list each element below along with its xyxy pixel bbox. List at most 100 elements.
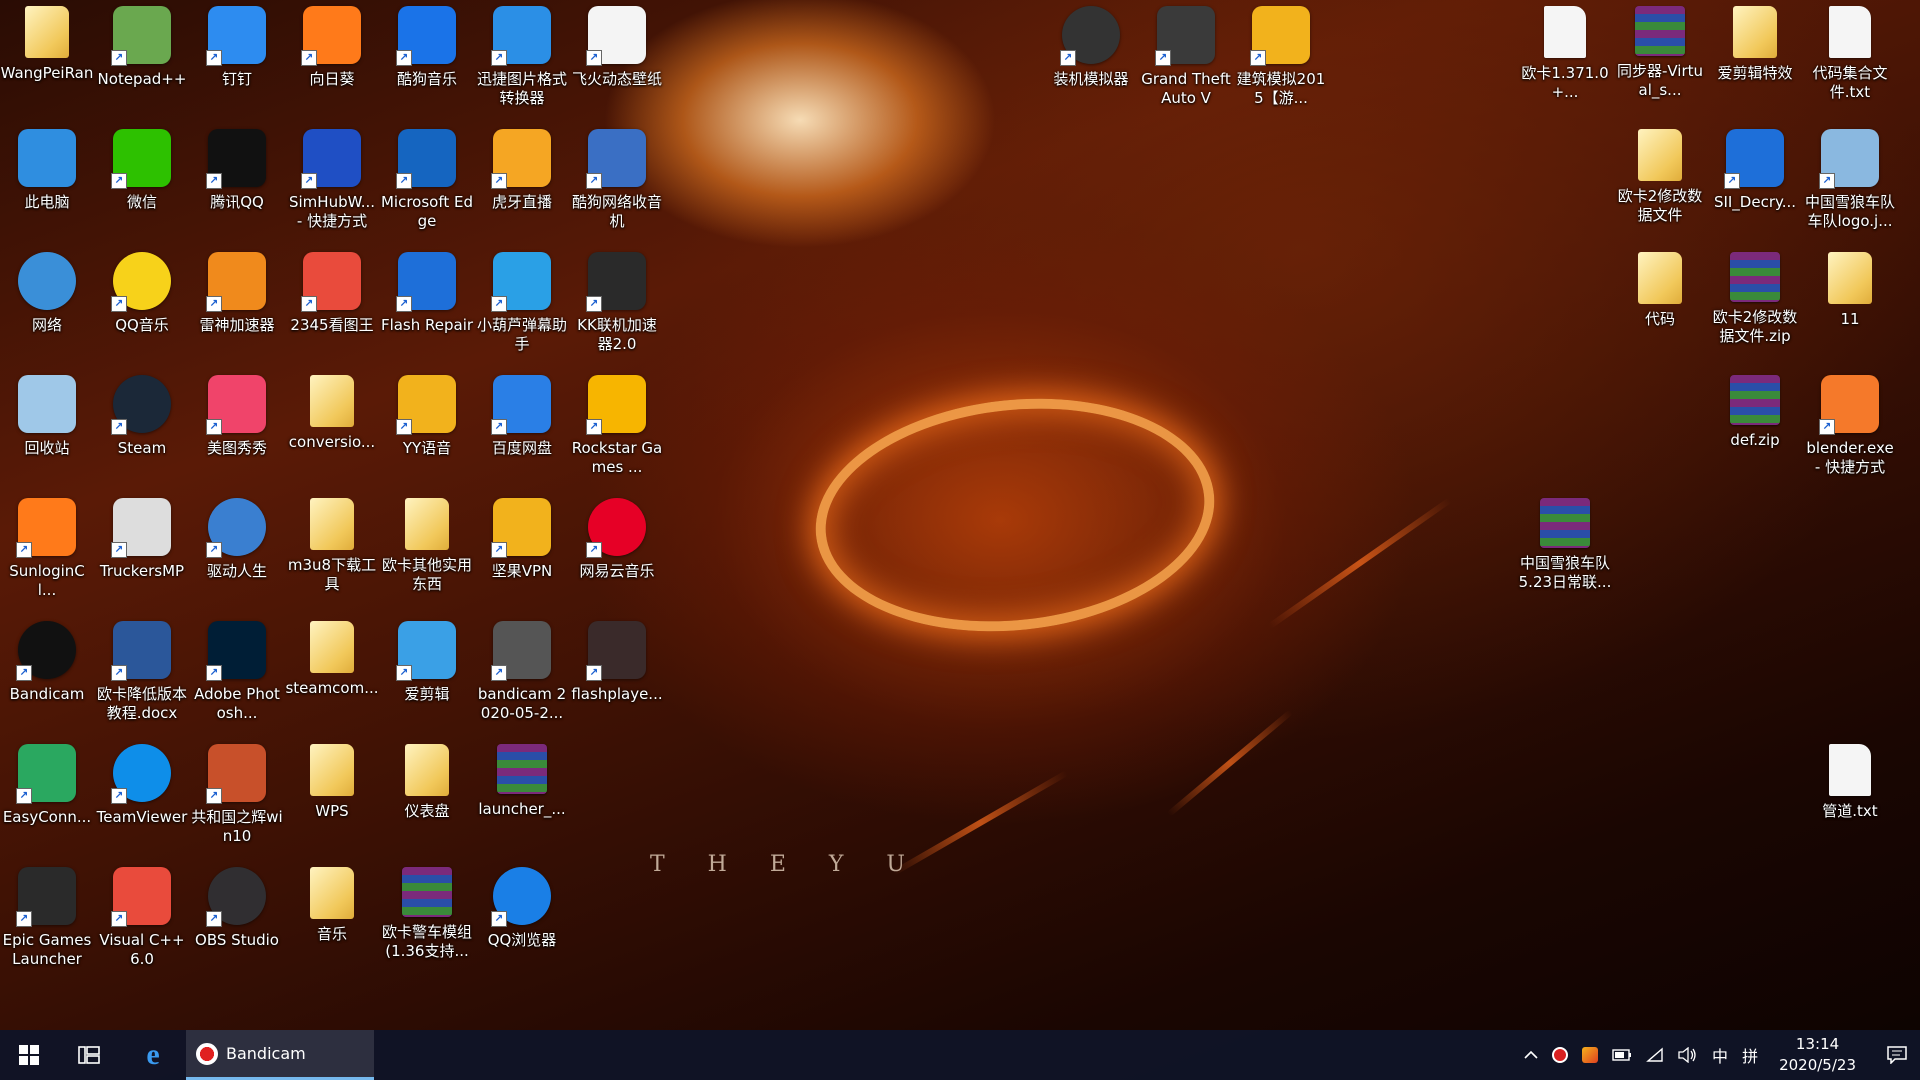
shortcut-arrow-icon: ↗	[206, 542, 222, 558]
desktop-icon[interactable]: ↗ 向日葵	[285, 0, 379, 118]
ime-mode-indicator[interactable]: 拼	[1742, 1043, 1758, 1067]
desktop-icon[interactable]: ↗ 腾讯QQ	[190, 123, 284, 241]
desktop-icon[interactable]: 欧卡2修改数据文件.zip	[1708, 246, 1802, 364]
desktop-icon-label: m3u8下载工具	[287, 556, 377, 593]
desktop-icon[interactable]: ↗ 坚果VPN	[475, 492, 569, 610]
desktop-icon[interactable]: ↗ 建筑模拟2015【游...	[1234, 0, 1328, 118]
tray-app-icon[interactable]	[1582, 1047, 1599, 1063]
desktop-icon[interactable]: launcher_...	[475, 738, 569, 856]
taskbar-bandicam-button[interactable]: Bandicam	[186, 1030, 374, 1080]
desktop-icon[interactable]: ↗ 驱动人生	[190, 492, 284, 610]
desktop-icon[interactable]: steamcom...	[285, 615, 379, 733]
desktop-icon[interactable]: ↗ bandicam 2020-05-2...	[475, 615, 569, 733]
action-center-button[interactable]	[1874, 1030, 1920, 1080]
desktop-icon[interactable]: 欧卡其他实用东西	[380, 492, 474, 610]
desktop-icon[interactable]: 音乐	[285, 861, 379, 979]
desktop-icon[interactable]: ↗ 2345看图王	[285, 246, 379, 364]
desktop-icon[interactable]: ↗ 欧卡降低版本教程.docx	[95, 615, 189, 733]
desktop-icon[interactable]: 11	[1803, 246, 1897, 364]
desktop-icon[interactable]: ↗ 飞火动态壁纸	[570, 0, 664, 118]
desktop-icon[interactable]: ↗ 装机模拟器	[1044, 0, 1138, 118]
desktop-icon[interactable]: ↗ 虎牙直播	[475, 123, 569, 241]
desktop-icon[interactable]: conversio...	[285, 369, 379, 487]
desktop-icon[interactable]: ↗ Grand Theft Auto V	[1139, 0, 1233, 118]
task-view-button[interactable]	[58, 1030, 120, 1080]
desktop-icon[interactable]: 同步器-Virtual_s...	[1613, 0, 1707, 118]
desktop-icon[interactable]: ↗ YY语音	[380, 369, 474, 487]
taskbar: e Bandicam 中 拼 13:14 2020/5/23	[0, 1030, 1920, 1080]
volume-icon[interactable]	[1678, 1047, 1698, 1063]
desktop-icon[interactable]: 代码	[1613, 246, 1707, 364]
desktop-icon[interactable]: ↗ Steam	[95, 369, 189, 487]
desktop-icon[interactable]: ↗ 小葫芦弹幕助手	[475, 246, 569, 364]
desktop-icon[interactable]: 欧卡2修改数据文件	[1613, 123, 1707, 241]
desktop-icon[interactable]: ↗ Bandicam	[0, 615, 94, 733]
bandicam-tray-icon[interactable]	[1552, 1047, 1569, 1063]
desktop-icon[interactable]: ↗ 百度网盘	[475, 369, 569, 487]
desktop-icon[interactable]: ↗ 酷狗网络收音机	[570, 123, 664, 241]
desktop-icon[interactable]: ↗ 酷狗音乐	[380, 0, 474, 118]
desktop-icon[interactable]: ↗ 网易云音乐	[570, 492, 664, 610]
desktop-icon[interactable]: ↗ Adobe Photosh...	[190, 615, 284, 733]
desktop-icon[interactable]: ↗ SunloginCl...	[0, 492, 94, 610]
desktop-icon[interactable]: 网络	[0, 246, 94, 364]
baidu-netdisk-icon: ↗	[491, 375, 551, 435]
desktop-icon[interactable]: 中国雪狼车队5.23日常联...	[1518, 492, 1612, 610]
wifi-icon[interactable]	[1646, 1047, 1664, 1063]
desktop-icon-label: Grand Theft Auto V	[1141, 70, 1231, 107]
desktop-icon[interactable]: ↗ blender.exe - 快捷方式	[1803, 369, 1897, 487]
desktop-icon[interactable]: ↗ 雷神加速器	[190, 246, 284, 364]
desktop-icon[interactable]: 仪表盘	[380, 738, 474, 856]
desktop-icon-label: Rockstar Games ...	[571, 439, 663, 476]
desktop-icon[interactable]: WPS	[285, 738, 379, 856]
show-hidden-icons-chevron-icon[interactable]	[1524, 1050, 1538, 1060]
desktop-icon[interactable]: ↗ Flash Repair	[380, 246, 474, 364]
desktop-icon[interactable]: m3u8下载工具	[285, 492, 379, 610]
desktop-icon[interactable]: ↗ QQ音乐	[95, 246, 189, 364]
desktop-icon[interactable]: ↗ flashplaye...	[570, 615, 664, 733]
shortcut-arrow-icon: ↗	[1724, 173, 1740, 189]
desktop-icon[interactable]: ↗ Epic Games Launcher	[0, 861, 94, 979]
desktop-icon[interactable]: ↗ TruckersMP	[95, 492, 189, 610]
desktop-icon[interactable]: ↗ Visual C++ 6.0	[95, 861, 189, 979]
start-button[interactable]	[0, 1030, 58, 1080]
desktop-icon[interactable]: ↗ OBS Studio	[190, 861, 284, 979]
desktop-icon[interactable]: 欧卡1.371.0+...	[1518, 0, 1612, 118]
desktop-icon[interactable]: WangPeiRan	[0, 0, 94, 118]
desktop-icon-label: 11	[1840, 310, 1860, 328]
desktop-icon[interactable]: ↗ Notepad++	[95, 0, 189, 118]
desktop-icon-label: Steam	[117, 439, 167, 457]
sii-decrypt-icon: ↗	[1724, 129, 1784, 189]
easyconnect-icon: ↗	[16, 744, 76, 804]
taskbar-clock[interactable]: 13:14 2020/5/23	[1779, 1034, 1856, 1076]
desktop-icon[interactable]: 管道.txt	[1803, 738, 1897, 856]
desktop-icon[interactable]: ↗ KK联机加速器2.0	[570, 246, 664, 364]
battery-icon[interactable]	[1612, 1049, 1632, 1061]
desktop-icon[interactable]: 此电脑	[0, 123, 94, 241]
desktop-icon[interactable]: ↗ 钉钉	[190, 0, 284, 118]
desktop-icon[interactable]: ↗ TeamViewer	[95, 738, 189, 856]
desktop-icon[interactable]: 欧卡警车模组(1.36支持...	[380, 861, 474, 979]
task-view-icon	[78, 1046, 100, 1064]
desktop-icon-label: 同步器-Virtual_s...	[1616, 62, 1704, 99]
desktop-icon[interactable]: ↗ 微信	[95, 123, 189, 241]
desktop-icon[interactable]: ↗ Microsoft Edge	[380, 123, 474, 241]
desktop-icon[interactable]: ↗ 共和国之辉win10	[190, 738, 284, 856]
desktop-icon[interactable]: 代码集合文件.txt	[1803, 0, 1897, 118]
desktop-icon[interactable]: 爱剪辑特效	[1708, 0, 1802, 118]
desktop-icon[interactable]: ↗ 迅捷图片格式转换器	[475, 0, 569, 118]
shortcut-arrow-icon: ↗	[586, 50, 602, 66]
desktop-icon[interactable]: ↗ 美图秀秀	[190, 369, 284, 487]
ime-language-indicator[interactable]: 中	[1712, 1043, 1728, 1067]
taskbar-edge-button[interactable]: e	[120, 1030, 186, 1080]
desktop-icon[interactable]: ↗ SimHubW... - 快捷方式	[285, 123, 379, 241]
desktop-icon[interactable]: ↗ SII_Decry...	[1708, 123, 1802, 241]
huya-live-icon: ↗	[491, 129, 551, 189]
desktop-icon[interactable]: def.zip	[1708, 369, 1802, 487]
desktop-icon[interactable]: 回收站	[0, 369, 94, 487]
desktop-icon[interactable]: ↗ QQ浏览器	[475, 861, 569, 979]
desktop-icon[interactable]: ↗ 中国雪狼车队车队logo.j...	[1803, 123, 1897, 241]
desktop-icon[interactable]: ↗ Rockstar Games ...	[570, 369, 664, 487]
desktop-icon[interactable]: ↗ EasyConn...	[0, 738, 94, 856]
desktop-icon[interactable]: ↗ 爱剪辑	[380, 615, 474, 733]
